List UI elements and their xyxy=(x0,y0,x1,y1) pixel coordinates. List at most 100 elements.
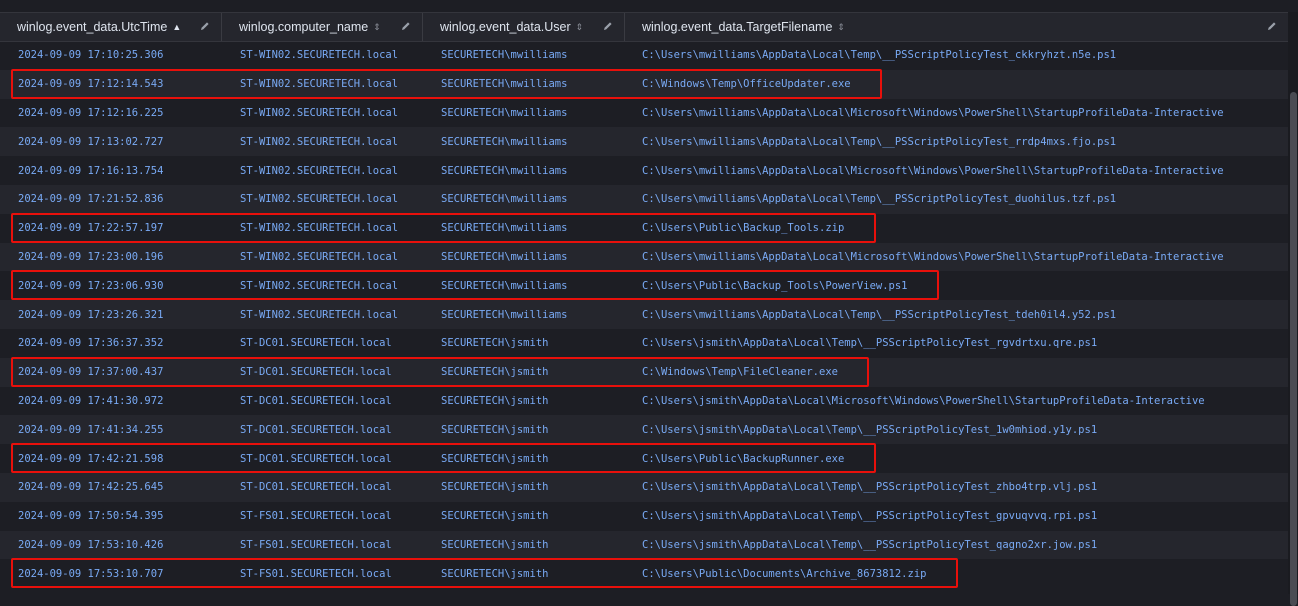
cell-target-filename[interactable]: C:\Users\mwilliams\AppData\Local\Microso… xyxy=(625,251,1288,263)
cell-computer-name[interactable]: ST-WIN02.SECURETECH.local xyxy=(222,280,423,292)
table-row[interactable]: 2024-09-09 17:41:30.972 ST-DC01.SECURETEC… xyxy=(0,387,1288,416)
cell-computer-name[interactable]: ST-DC01.SECURETECH.local xyxy=(222,424,423,436)
cell-computer-name[interactable]: ST-WIN02.SECURETECH.local xyxy=(222,49,423,61)
cell-computer-name[interactable]: ST-WIN02.SECURETECH.local xyxy=(222,309,423,321)
cell-target-filename[interactable]: C:\Windows\Temp\OfficeUpdater.exe xyxy=(625,78,1288,90)
cell-utctime[interactable]: 2024-09-09 17:53:10.426 xyxy=(0,539,222,551)
cell-user[interactable]: SECURETECH\mwilliams xyxy=(423,222,625,234)
cell-target-filename[interactable]: C:\Users\mwilliams\AppData\Local\Microso… xyxy=(625,165,1288,177)
cell-utctime[interactable]: 2024-09-09 17:53:10.707 xyxy=(0,568,222,580)
cell-user[interactable]: SECURETECH\mwilliams xyxy=(423,165,625,177)
table-row[interactable]: 2024-09-09 17:23:06.930 ST-WIN02.SECURETE… xyxy=(0,271,1288,300)
cell-computer-name[interactable]: ST-WIN02.SECURETECH.local xyxy=(222,251,423,263)
table-row[interactable]: 2024-09-09 17:42:25.645 ST-DC01.SECURETEC… xyxy=(0,472,1288,502)
table-row[interactable]: 2024-09-09 17:13:02.727 ST-WIN02.SECURETE… xyxy=(0,127,1288,157)
table-row[interactable]: 2024-09-09 17:12:14.543 ST-WIN02.SECURETE… xyxy=(0,69,1288,99)
cell-target-filename[interactable]: C:\Users\jsmith\AppData\Local\Temp\__PSS… xyxy=(625,510,1288,522)
sort-icon[interactable]: ⇕ xyxy=(576,22,584,33)
cell-utctime[interactable]: 2024-09-09 17:50:54.395 xyxy=(0,510,222,522)
cell-computer-name[interactable]: ST-DC01.SECURETECH.local xyxy=(222,453,423,465)
cell-utctime[interactable]: 2024-09-09 17:10:25.306 xyxy=(0,49,222,61)
cell-target-filename[interactable]: C:\Users\Public\Documents\Archive_867381… xyxy=(625,568,1288,580)
cell-computer-name[interactable]: ST-WIN02.SECURETECH.local xyxy=(222,165,423,177)
cell-user[interactable]: SECURETECH\jsmith xyxy=(423,453,625,465)
sort-asc-icon[interactable]: ▲ xyxy=(172,22,181,32)
pencil-icon[interactable] xyxy=(199,20,211,32)
table-row[interactable]: 2024-09-09 17:36:37.352 ST-DC01.SECURETEC… xyxy=(0,329,1288,358)
cell-user[interactable]: SECURETECH\mwilliams xyxy=(423,280,625,292)
cell-computer-name[interactable]: ST-DC01.SECURETECH.local xyxy=(222,481,423,493)
cell-user[interactable]: SECURETECH\jsmith xyxy=(423,481,625,493)
pencil-icon[interactable] xyxy=(1266,20,1278,32)
cell-user[interactable]: SECURETECH\jsmith xyxy=(423,510,625,522)
cell-computer-name[interactable]: ST-WIN02.SECURETECH.local xyxy=(222,222,423,234)
cell-utctime[interactable]: 2024-09-09 17:22:57.197 xyxy=(0,222,222,234)
cell-utctime[interactable]: 2024-09-09 17:12:14.543 xyxy=(0,78,222,90)
cell-target-filename[interactable]: C:\Users\jsmith\AppData\Local\Temp\__PSS… xyxy=(625,539,1288,551)
cell-user[interactable]: SECURETECH\mwilliams xyxy=(423,251,625,263)
cell-utctime[interactable]: 2024-09-09 17:41:30.972 xyxy=(0,395,222,407)
column-header-user[interactable]: winlog.event_data.User ⇕ xyxy=(423,13,625,41)
cell-utctime[interactable]: 2024-09-09 17:23:06.930 xyxy=(0,280,222,292)
sort-icon[interactable]: ⇕ xyxy=(373,22,381,33)
table-row[interactable]: 2024-09-09 17:21:52.836 ST-WIN02.SECURETE… xyxy=(0,184,1288,214)
cell-user[interactable]: SECURETECH\mwilliams xyxy=(423,78,625,90)
table-row[interactable]: 2024-09-09 17:22:57.197 ST-WIN02.SECURETE… xyxy=(0,214,1288,243)
table-row[interactable]: 2024-09-09 17:53:10.707 ST-FS01.SECURETEC… xyxy=(0,559,1288,588)
cell-user[interactable]: SECURETECH\jsmith xyxy=(423,337,625,349)
cell-computer-name[interactable]: ST-DC01.SECURETECH.local xyxy=(222,337,423,349)
table-row[interactable]: 2024-09-09 17:41:34.255 ST-DC01.SECURETEC… xyxy=(0,415,1288,445)
cell-target-filename[interactable]: C:\Users\jsmith\AppData\Local\Microsoft\… xyxy=(625,395,1288,407)
cell-user[interactable]: SECURETECH\mwilliams xyxy=(423,49,625,61)
cell-target-filename[interactable]: C:\Users\jsmith\AppData\Local\Temp\__PSS… xyxy=(625,337,1288,349)
table-row[interactable]: 2024-09-09 17:10:25.306 ST-WIN02.SECURETE… xyxy=(0,41,1288,70)
cell-user[interactable]: SECURETECH\jsmith xyxy=(423,568,625,580)
cell-user[interactable]: SECURETECH\mwilliams xyxy=(423,136,625,148)
cell-utctime[interactable]: 2024-09-09 17:23:00.196 xyxy=(0,251,222,263)
cell-utctime[interactable]: 2024-09-09 17:13:02.727 xyxy=(0,136,222,148)
column-header-utctime[interactable]: winlog.event_data.UtcTime ▲ xyxy=(0,13,222,41)
cell-computer-name[interactable]: ST-WIN02.SECURETECH.local xyxy=(222,193,423,205)
cell-utctime[interactable]: 2024-09-09 17:42:25.645 xyxy=(0,481,222,493)
table-row[interactable]: 2024-09-09 17:12:16.225 ST-WIN02.SECURETE… xyxy=(0,99,1288,128)
cell-target-filename[interactable]: C:\Users\mwilliams\AppData\Local\Microso… xyxy=(625,107,1288,119)
cell-utctime[interactable]: 2024-09-09 17:41:34.255 xyxy=(0,424,222,436)
cell-utctime[interactable]: 2024-09-09 17:16:13.754 xyxy=(0,165,222,177)
sort-icon[interactable]: ⇕ xyxy=(837,22,845,33)
cell-computer-name[interactable]: ST-DC01.SECURETECH.local xyxy=(222,395,423,407)
cell-target-filename[interactable]: C:\Users\mwilliams\AppData\Local\Temp\__… xyxy=(625,193,1288,205)
table-row[interactable]: 2024-09-09 17:16:13.754 ST-WIN02.SECURETE… xyxy=(0,156,1288,185)
table-row[interactable]: 2024-09-09 17:23:26.321 ST-WIN02.SECURETE… xyxy=(0,300,1288,329)
cell-user[interactable]: SECURETECH\mwilliams xyxy=(423,107,625,119)
table-row[interactable]: 2024-09-09 17:23:00.196 ST-WIN02.SECURETE… xyxy=(0,242,1288,272)
cell-user[interactable]: SECURETECH\jsmith xyxy=(423,424,625,436)
cell-target-filename[interactable]: C:\Users\mwilliams\AppData\Local\Temp\__… xyxy=(625,309,1288,321)
pencil-icon[interactable] xyxy=(602,20,614,32)
cell-utctime[interactable]: 2024-09-09 17:36:37.352 xyxy=(0,337,222,349)
vertical-scrollbar[interactable] xyxy=(1288,12,1298,606)
cell-target-filename[interactable]: C:\Users\jsmith\AppData\Local\Temp\__PSS… xyxy=(625,424,1288,436)
cell-user[interactable]: SECURETECH\mwilliams xyxy=(423,193,625,205)
cell-target-filename[interactable]: C:\Windows\Temp\FileCleaner.exe xyxy=(625,366,1288,378)
cell-utctime[interactable]: 2024-09-09 17:12:16.225 xyxy=(0,107,222,119)
cell-user[interactable]: SECURETECH\mwilliams xyxy=(423,309,625,321)
column-header-computer-name[interactable]: winlog.computer_name ⇕ xyxy=(222,13,423,41)
table-row[interactable]: 2024-09-09 17:42:21.598 ST-DC01.SECURETEC… xyxy=(0,444,1288,473)
cell-user[interactable]: SECURETECH\jsmith xyxy=(423,366,625,378)
table-row[interactable]: 2024-09-09 17:37:00.437 ST-DC01.SECURETEC… xyxy=(0,357,1288,387)
cell-target-filename[interactable]: C:\Users\Public\Backup_Tools.zip xyxy=(625,222,1288,234)
cell-computer-name[interactable]: ST-WIN02.SECURETECH.local xyxy=(222,107,423,119)
cell-utctime[interactable]: 2024-09-09 17:21:52.836 xyxy=(0,193,222,205)
cell-user[interactable]: SECURETECH\jsmith xyxy=(423,539,625,551)
cell-target-filename[interactable]: C:\Users\Public\BackupRunner.exe xyxy=(625,453,1288,465)
cell-user[interactable]: SECURETECH\jsmith xyxy=(423,395,625,407)
table-row[interactable]: 2024-09-09 17:53:10.426 ST-FS01.SECURETEC… xyxy=(0,530,1288,560)
cell-computer-name[interactable]: ST-FS01.SECURETECH.local xyxy=(222,539,423,551)
table-row[interactable]: 2024-09-09 17:50:54.395 ST-FS01.SECURETEC… xyxy=(0,502,1288,531)
cell-target-filename[interactable]: C:\Users\mwilliams\AppData\Local\Temp\__… xyxy=(625,136,1288,148)
scrollbar-thumb[interactable] xyxy=(1290,92,1297,606)
cell-computer-name[interactable]: ST-WIN02.SECURETECH.local xyxy=(222,78,423,90)
cell-computer-name[interactable]: ST-DC01.SECURETECH.local xyxy=(222,366,423,378)
cell-target-filename[interactable]: C:\Users\jsmith\AppData\Local\Temp\__PSS… xyxy=(625,481,1288,493)
cell-utctime[interactable]: 2024-09-09 17:23:26.321 xyxy=(0,309,222,321)
